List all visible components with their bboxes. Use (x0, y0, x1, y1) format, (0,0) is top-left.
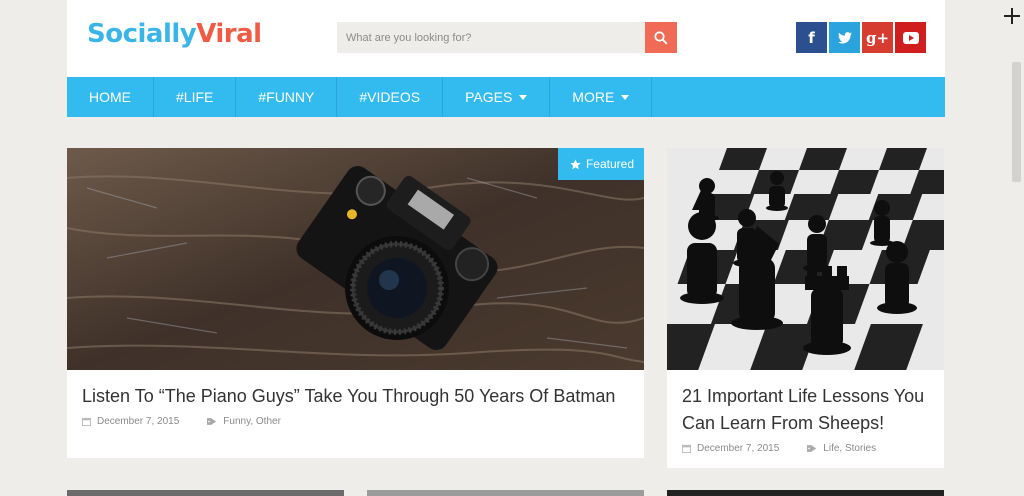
calendar-icon (682, 444, 691, 453)
tag-icon (207, 418, 217, 425)
search-bar (337, 22, 677, 53)
search-button[interactable] (645, 22, 677, 53)
next-post-thumbnail[interactable] (667, 490, 944, 496)
chevron-down-icon (519, 94, 528, 100)
nav-item-videos[interactable]: #VIDEOS (337, 77, 444, 117)
main-nav: HOME #LIFE #FUNNY #VIDEOS PAGES MORE (67, 77, 945, 117)
side-post-meta: December 7, 2015 Life, Stories (682, 443, 904, 454)
site-logo[interactable]: SociallyViral (87, 14, 262, 54)
next-post-thumbnail[interactable] (67, 490, 344, 496)
twitter-icon (837, 31, 852, 44)
nav-item-pages[interactable]: PAGES (443, 77, 551, 117)
logo-text-socially: Socially (87, 19, 197, 49)
featured-post-meta: December 7, 2015 Funny, Other (82, 416, 309, 427)
featured-badge: Featured (557, 148, 644, 180)
side-post-image[interactable] (667, 148, 944, 370)
plus-icon[interactable] (1002, 6, 1022, 26)
google-plus-button[interactable]: g+ (862, 22, 893, 53)
post-date: December 7, 2015 (97, 416, 180, 427)
logo-text-viral: Viral (196, 19, 262, 49)
nav-label: MORE (572, 89, 615, 105)
nav-label: HOME (89, 89, 131, 105)
post-categories[interactable]: Life, Stories (823, 443, 876, 454)
youtube-icon (902, 31, 919, 44)
site-header: SociallyViral f g+ (67, 0, 945, 77)
star-icon (570, 158, 581, 169)
chess-photo (667, 148, 944, 370)
tag-icon (807, 445, 817, 452)
side-post-card[interactable]: 21 Important Life Lessons You Can Learn … (667, 148, 944, 468)
nav-label: PAGES (465, 89, 513, 105)
nav-label: #FUNNY (258, 89, 315, 105)
calendar-icon (82, 417, 91, 426)
search-input[interactable] (337, 22, 645, 53)
featured-badge-label: Featured (585, 157, 634, 171)
chevron-down-icon (621, 94, 630, 100)
nav-item-funny[interactable]: #FUNNY (236, 77, 338, 117)
social-links: f g+ (796, 22, 926, 53)
scrollbar[interactable] (1006, 0, 1024, 496)
next-post-thumbnail[interactable] (367, 490, 644, 496)
nav-item-life[interactable]: #LIFE (154, 77, 237, 117)
post-categories[interactable]: Funny, Other (223, 416, 281, 427)
facebook-icon: f (808, 28, 815, 47)
nav-label: #LIFE (176, 89, 214, 105)
featured-post-image[interactable] (67, 148, 644, 370)
nav-item-home[interactable]: HOME (67, 77, 154, 117)
scrollbar-thumb[interactable] (1012, 62, 1021, 182)
facebook-button[interactable]: f (796, 22, 827, 53)
featured-post-card[interactable]: Featured Listen To “The Piano Guys” Take… (67, 148, 644, 458)
search-icon (654, 30, 668, 45)
post-date: December 7, 2015 (697, 443, 780, 454)
side-post-title[interactable]: 21 Important Life Lessons You Can Learn … (682, 383, 937, 437)
youtube-button[interactable] (895, 22, 926, 53)
nav-item-more[interactable]: MORE (550, 77, 653, 117)
twitter-button[interactable] (829, 22, 860, 53)
featured-post-title[interactable]: Listen To “The Piano Guys” Take You Thro… (82, 384, 632, 408)
nav-label: #VIDEOS (359, 89, 421, 105)
camera-photo (67, 148, 644, 370)
google-plus-icon: g+ (865, 28, 890, 47)
